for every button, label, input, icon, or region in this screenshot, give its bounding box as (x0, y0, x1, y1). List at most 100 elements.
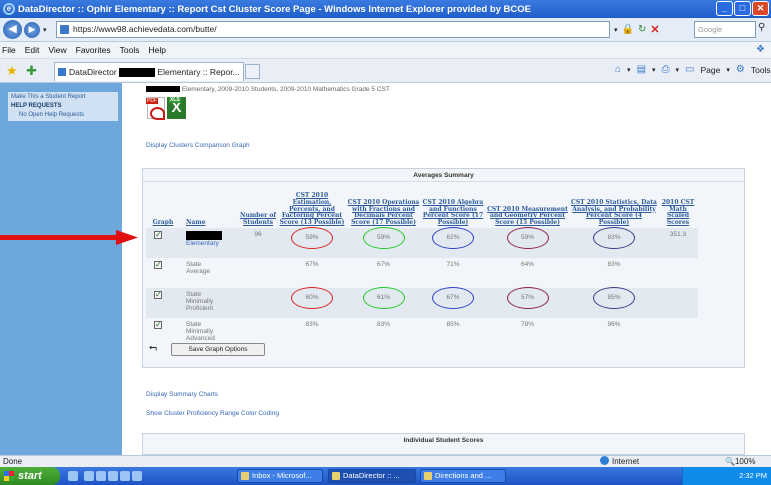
excel-export-icon[interactable]: XLS X (167, 97, 186, 119)
table-row: ✓ Elementary 96 59% 59% 62% 59% 83% 351.3 (146, 227, 698, 258)
tools-menu-button[interactable]: Tools (751, 65, 771, 75)
page-menu-icon[interactable]: ▭ (685, 64, 694, 75)
score-cell: 67% (278, 258, 346, 288)
students-cell: 96 (238, 228, 278, 258)
school-name-link[interactable]: Elementary (186, 240, 219, 247)
menu-favorites[interactable]: Favorites (76, 45, 111, 55)
home-icon[interactable]: ⌂ (615, 64, 621, 75)
menu-edit[interactable]: Edit (25, 45, 40, 55)
col-scaled-scores[interactable]: 2010 CST Math Scaled Scores (658, 188, 698, 228)
name-cell: Elementary (180, 228, 238, 258)
back-button[interactable]: ◀ (3, 20, 22, 39)
score-cell: 64% (485, 258, 570, 288)
address-tools: ▾ 🔒 ↻ ✕ (611, 21, 693, 38)
make-student-report-link[interactable]: Make This a Student Report (11, 93, 115, 102)
breadcrumb-text: Elementary, 2009-2010 Students, 2009-201… (181, 86, 390, 93)
quicklaunch-folder-icon[interactable] (132, 471, 142, 481)
graph-checkbox[interactable]: ✓ (154, 261, 162, 269)
window-controls: _ □ ✕ (716, 1, 769, 16)
score-cell: 62% (421, 227, 485, 258)
menu-file[interactable]: File (2, 45, 16, 55)
tab-page-icon (58, 68, 66, 76)
score-cell: 83% (346, 318, 421, 348)
clusters-comparison-link[interactable]: Display Clusters Comparison Graph (146, 142, 250, 149)
arrow-shaft (0, 235, 120, 240)
close-button[interactable]: ✕ (752, 1, 769, 16)
system-tray: 2:32 PM (682, 467, 771, 485)
add-favorite-icon[interactable]: ✚ (26, 63, 37, 79)
favorites-star-icon[interactable]: ★ (6, 63, 18, 79)
history-dropdown-icon[interactable]: ▾ (43, 26, 47, 34)
return-arrow-icon[interactable]: ⮢ (149, 342, 157, 353)
score-value: 96% (607, 321, 621, 328)
search-input[interactable]: Google (694, 21, 756, 38)
col-operations[interactable]: CST 2010 Operations with Fractions and D… (346, 188, 421, 228)
name-cell: State Minimally Proficient (180, 288, 238, 318)
quicklaunch-excel-icon[interactable] (120, 471, 130, 481)
graph-checkbox[interactable]: ✓ (154, 321, 162, 329)
sidebar-links-box: Make This a Student Report HELP REQUESTS… (8, 92, 118, 121)
home-dropdown-icon[interactable]: ▾ (627, 66, 631, 74)
feeds-dropdown-icon[interactable]: ▾ (652, 66, 656, 74)
individual-scores-panel: Individual Student Scores (142, 433, 745, 455)
scaled-score-cell (658, 288, 698, 318)
minimize-button[interactable]: _ (716, 1, 733, 16)
taskbar-inbox[interactable]: Inbox - Microsof... (237, 469, 323, 483)
no-open-help-requests-link[interactable]: No Open Help Requests (11, 111, 115, 120)
taskbar-directions[interactable]: Directions and ... (420, 469, 506, 483)
menu-view[interactable]: View (48, 45, 66, 55)
address-dropdown-icon[interactable]: ▾ (614, 26, 618, 34)
score-cell: 67% (421, 287, 485, 318)
quicklaunch-word-icon[interactable] (108, 471, 118, 481)
save-graph-options-button[interactable]: Save Graph Options (171, 343, 265, 356)
col-estimation[interactable]: CST 2010 Estimation, Percents, and Facto… (278, 188, 346, 228)
zoom-level[interactable]: 🔍100% (725, 456, 755, 467)
forward-button[interactable]: ▶ (24, 22, 40, 38)
summary-charts-link[interactable]: Display Summary Charts (146, 391, 218, 398)
lock-icon[interactable]: 🔒 (622, 24, 634, 35)
address-input[interactable]: https://www98.achievedata.com/butte/ (56, 21, 610, 38)
search-icon[interactable]: ⚲ (758, 22, 765, 33)
tools-menu-icon[interactable]: ⚙ (736, 64, 745, 75)
refresh-icon[interactable]: ↻ (638, 24, 646, 35)
page-menu-button[interactable]: Page (701, 65, 721, 75)
forward-arrow-icon: ▶ (28, 24, 36, 34)
quicklaunch-ie-icon[interactable] (84, 471, 94, 481)
maximize-button[interactable]: □ (734, 1, 751, 16)
tab-datadirector[interactable]: DataDirector Elementary :: Repor... (54, 62, 244, 81)
page-menu-dropdown-icon[interactable]: ▾ (726, 66, 730, 74)
start-button[interactable]: start (0, 467, 60, 485)
stop-icon[interactable]: ✕ (650, 23, 659, 36)
quicklaunch-outlook-icon[interactable] (96, 471, 106, 481)
circled-score: 60% (291, 287, 333, 309)
menu-tools[interactable]: Tools (120, 45, 140, 55)
color-coding-link[interactable]: Show Cluster Proficiency Range Color Cod… (146, 410, 279, 417)
score-cell: 59% (346, 227, 421, 258)
graph-checkbox[interactable]: ✓ (154, 291, 162, 299)
new-tab-button[interactable] (245, 64, 260, 79)
table-row: ✓ State Average 67% 67% 71% 64% 83% (146, 258, 698, 288)
col-algebra[interactable]: CST 2010 Algebra and Functions Percent S… (421, 188, 485, 228)
score-value: 83% (305, 321, 319, 328)
graph-checkbox[interactable]: ✓ (154, 231, 162, 239)
averages-summary-title: Averages Summary (143, 169, 744, 182)
col-measurement[interactable]: CST 2010 Measurement and Geometry Percen… (485, 188, 570, 228)
tab-label-suffix: Elementary :: Repor... (157, 67, 240, 77)
circled-score: 85% (593, 287, 635, 309)
quicklaunch-email-icon[interactable] (68, 471, 78, 481)
status-text: Done (3, 457, 23, 466)
col-statistics[interactable]: CST 2010 Statistics, Data Analysis, and … (570, 188, 658, 228)
score-value: 78% (520, 321, 534, 328)
feeds-icon[interactable]: ▤ (637, 64, 646, 75)
taskbar-datadirector[interactable]: DataDirector :: ... (328, 469, 416, 483)
col-number-of-students[interactable]: Number of Students (238, 188, 278, 228)
menu-help[interactable]: Help (148, 45, 165, 55)
print-dropdown-icon[interactable]: ▾ (676, 66, 680, 74)
row-name: State Minimally Advanced (186, 321, 215, 342)
table-header-row: Graph Name Number of Students CST 2010 E… (146, 188, 698, 228)
col-graph[interactable]: Graph (146, 188, 180, 228)
col-name[interactable]: Name (180, 188, 238, 228)
pdf-export-icon[interactable]: PDF (146, 97, 165, 120)
circled-score: 59% (362, 227, 405, 249)
print-icon[interactable]: ⎙ (662, 64, 670, 75)
